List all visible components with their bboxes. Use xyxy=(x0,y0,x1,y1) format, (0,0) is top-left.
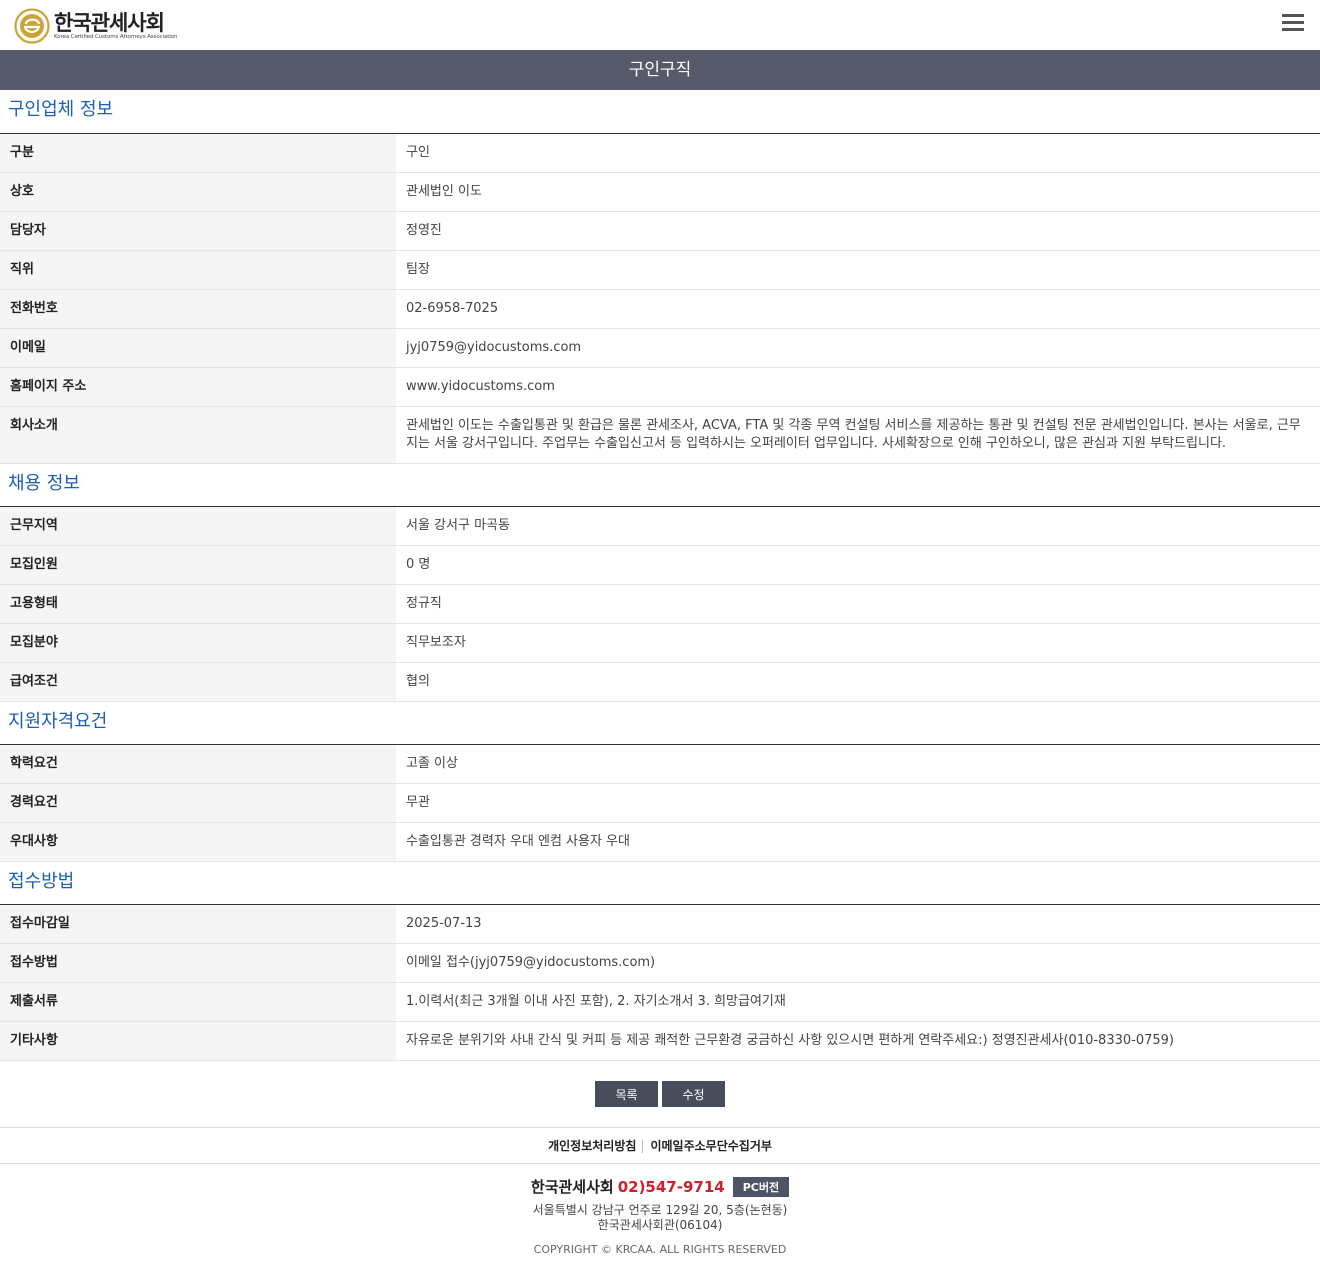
row-label: 우대사항 xyxy=(0,822,396,862)
row-label: 전화번호 xyxy=(0,289,396,329)
section-title-application: 접수방법 xyxy=(0,862,1320,905)
table-row: 모집분야 직무보조자 xyxy=(0,623,1320,663)
recruitment-info-table: 근무지역 서울 강서구 마곡동 모집인원 0 명 고용형태 정규직 모집분야 직무보조자… xyxy=(0,507,1320,702)
table-row: 홈페이지 주소 www.yidocustoms.com xyxy=(0,367,1320,407)
row-value: 02-6958-7025 xyxy=(396,289,1320,329)
table-row: 접수마감일 2025-07-13 xyxy=(0,905,1320,944)
table-row: 상호 관세법인 이도 xyxy=(0,172,1320,212)
row-value: 협의 xyxy=(396,662,1320,702)
row-label: 모집인원 xyxy=(0,545,396,585)
footer-phone[interactable]: 02)547-9714 xyxy=(618,1178,725,1196)
list-button[interactable]: 목록 xyxy=(595,1081,658,1107)
table-row: 급여조건 협의 xyxy=(0,662,1320,702)
row-label: 급여조건 xyxy=(0,662,396,702)
row-label: 직위 xyxy=(0,250,396,290)
section-title-company: 구인업체 정보 xyxy=(0,90,1320,134)
row-label: 회사소개 xyxy=(0,406,396,464)
row-value: 관세법인 이도는 수출입통관 및 환급은 물론 관세조사, ACVA, FTA … xyxy=(396,406,1320,464)
footer-org-name: 한국관세사회 xyxy=(530,1178,614,1196)
pc-version-button[interactable]: PC버전 xyxy=(732,1176,790,1197)
row-value: 서울 강서구 마곡동 xyxy=(396,507,1320,546)
table-row: 우대사항 수출입통관 경력자 우대 엔컴 사용자 우대 xyxy=(0,822,1320,862)
row-label: 제출서류 xyxy=(0,982,396,1022)
row-label: 접수방법 xyxy=(0,943,396,983)
row-value: 이메일 접수(jyj0759@yidocustoms.com) xyxy=(396,943,1320,983)
page-title: 구인구직 xyxy=(0,50,1320,90)
row-label: 기타사항 xyxy=(0,1021,396,1061)
table-row: 학력요건 고졸 이상 xyxy=(0,745,1320,784)
table-row: 기타사항 자유로운 분위기와 사내 간식 및 커피 등 제공 쾌적한 근무환경 궁… xyxy=(0,1021,1320,1061)
link-divider: | xyxy=(640,1138,645,1153)
copyright: COPYRIGHT © KRCAA. ALL RIGHTS RESERVED xyxy=(533,1243,787,1256)
table-row: 직위 팀장 xyxy=(0,250,1320,290)
logo-title: 한국관세사회 xyxy=(54,10,165,35)
address-line: 서울특별시 강남구 언주로 129길 20, 5층(논현동) xyxy=(532,1203,788,1217)
row-value: www.yidocustoms.com xyxy=(396,367,1320,407)
qualifications-table: 학력요건 고졸 이상 경력요건 무관 우대사항 수출입통관 경력자 우대 엔컴 사용자… xyxy=(0,745,1320,862)
row-label: 경력요건 xyxy=(0,783,396,823)
table-row: 모집인원 0 명 xyxy=(0,545,1320,585)
footer-address: 서울특별시 강남구 언주로 129길 20, 5층(논현동) 한국관세사회관(0… xyxy=(0,1203,1320,1233)
email-refusal-link[interactable]: 이메일주소무단수집거부 xyxy=(650,1137,771,1154)
table-row: 구분 구인 xyxy=(0,134,1320,173)
table-row: 접수방법 이메일 접수(jyj0759@yidocustoms.com) xyxy=(0,943,1320,983)
table-row: 담당자 정영진 xyxy=(0,211,1320,251)
row-label: 근무지역 xyxy=(0,507,396,546)
site-header: 한국관세사회 Korea Certified Customs Attorneys… xyxy=(0,0,1320,50)
row-label: 접수마감일 xyxy=(0,905,396,944)
table-row: 제출서류 1.이력서(최근 3개월 이내 사진 포함), 2. 자기소개서 3. … xyxy=(0,982,1320,1022)
row-value: 관세법인 이도 xyxy=(396,172,1320,212)
row-label: 상호 xyxy=(0,172,396,212)
table-row: 이메일 jyj0759@yidocustoms.com xyxy=(0,328,1320,368)
row-value: 정영진 xyxy=(396,211,1320,251)
row-value: 1.이력서(최근 3개월 이내 사진 포함), 2. 자기소개서 3. 희망급여… xyxy=(396,982,1320,1022)
footer-info: 한국관세사회 02)547-9714 PC버전 서울특별시 강남구 언주로 12… xyxy=(0,1164,1320,1256)
row-label: 고용형태 xyxy=(0,584,396,624)
action-buttons: 목록 수정 xyxy=(0,1061,1320,1128)
address-line: 한국관세사회관(06104) xyxy=(597,1218,723,1232)
row-value: 직무보조자 xyxy=(396,623,1320,663)
row-label: 구분 xyxy=(0,134,396,173)
logo-emblem-icon xyxy=(14,8,50,44)
section-title-qualifications: 지원자격요건 xyxy=(0,702,1320,745)
table-row: 고용형태 정규직 xyxy=(0,584,1320,624)
row-label: 이메일 xyxy=(0,328,396,368)
table-row: 근무지역 서울 강서구 마곡동 xyxy=(0,507,1320,546)
site-logo[interactable]: 한국관세사회 Korea Certified Customs Attorneys… xyxy=(14,8,177,44)
row-label: 홈페이지 주소 xyxy=(0,367,396,407)
row-label: 학력요건 xyxy=(0,745,396,784)
table-row: 회사소개 관세법인 이도는 수출입통관 및 환급은 물론 관세조사, ACVA, … xyxy=(0,406,1320,464)
edit-button[interactable]: 수정 xyxy=(662,1081,725,1107)
hamburger-icon[interactable] xyxy=(1282,14,1304,32)
row-label: 담당자 xyxy=(0,211,396,251)
row-value: jyj0759@yidocustoms.com xyxy=(396,328,1320,368)
logo-subtitle: Korea Certified Customs Attorneys Associ… xyxy=(54,33,178,40)
row-value: 고졸 이상 xyxy=(396,745,1320,784)
footer-links: 개인정보처리방침 | 이메일주소무단수집거부 xyxy=(0,1128,1320,1164)
row-value: 0 명 xyxy=(396,545,1320,585)
section-title-recruitment: 채용 정보 xyxy=(0,464,1320,507)
table-row: 전화번호 02-6958-7025 xyxy=(0,289,1320,329)
row-label: 모집분야 xyxy=(0,623,396,663)
row-value: 자유로운 분위기와 사내 간식 및 커피 등 제공 쾌적한 근무환경 궁금하신 … xyxy=(396,1021,1320,1061)
row-value: 구인 xyxy=(396,134,1320,173)
row-value: 정규직 xyxy=(396,584,1320,624)
row-value: 무관 xyxy=(396,783,1320,823)
company-info-table: 구분 구인 상호 관세법인 이도 담당자 정영진 직위 팀장 전화번호 02-6958-7… xyxy=(0,134,1320,464)
privacy-policy-link[interactable]: 개인정보처리방침 xyxy=(548,1137,636,1154)
row-value: 2025-07-13 xyxy=(396,905,1320,944)
table-row: 경력요건 무관 xyxy=(0,783,1320,823)
application-method-table: 접수마감일 2025-07-13 접수방법 이메일 접수(jyj0759@yidoc… xyxy=(0,905,1320,1061)
row-value: 팀장 xyxy=(396,250,1320,290)
row-value: 수출입통관 경력자 우대 엔컴 사용자 우대 xyxy=(396,822,1320,862)
